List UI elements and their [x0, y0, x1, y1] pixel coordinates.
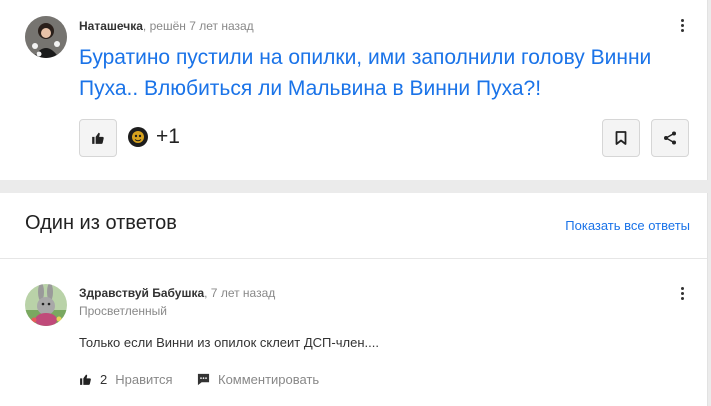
answer-text: Только если Винни из опилок склеит ДСП-ч… [79, 335, 379, 350]
answer-meta: , 7 лет назад [204, 286, 276, 300]
divider [0, 258, 707, 259]
answer-author-name[interactable]: Здравствуй Бабушка [79, 286, 204, 300]
thumb-up-icon [92, 132, 104, 144]
answer-more-vertical-icon[interactable] [678, 285, 686, 303]
like-button[interactable] [79, 119, 117, 157]
answer-author-rank: Просветленный [79, 304, 167, 318]
question-meta: , решён 7 лет назад [142, 19, 254, 33]
question-card: Наташечка, решён 7 лет назад Буратино пу… [0, 0, 708, 180]
question-title[interactable]: Буратино пустили на опилки, ими заполнил… [79, 42, 689, 104]
answer-author-avatar[interactable] [25, 284, 67, 326]
show-all-answers-link[interactable]: Показать все ответы [565, 218, 690, 233]
question-author-line: Наташечка, решён 7 лет назад [79, 19, 254, 33]
comment-icon [197, 373, 210, 386]
question-more-vertical-icon[interactable] [678, 17, 686, 35]
bookmark-button[interactable] [602, 119, 640, 157]
thumb-up-icon [80, 374, 91, 385]
answer-comment-label: Комментировать [218, 372, 320, 387]
answer-like-button[interactable]: 2 Нравится [79, 372, 173, 387]
question-author-name[interactable]: Наташечка [79, 19, 143, 33]
share-button[interactable] [651, 119, 689, 157]
answers-section-title: Один из ответов [25, 212, 177, 234]
bookmark-icon [615, 131, 627, 145]
answer-author-line: Здравствуй Бабушка, 7 лет назад [79, 286, 275, 300]
answer-comment-button[interactable]: Комментировать [197, 372, 319, 387]
share-icon [664, 131, 676, 145]
reactions-count[interactable]: +1 [156, 125, 180, 149]
question-author-avatar[interactable] [25, 16, 67, 58]
answer-like-label: Нравится [115, 372, 173, 387]
answer-like-count: 2 [100, 372, 108, 387]
reaction-user-avatar[interactable] [128, 127, 148, 147]
